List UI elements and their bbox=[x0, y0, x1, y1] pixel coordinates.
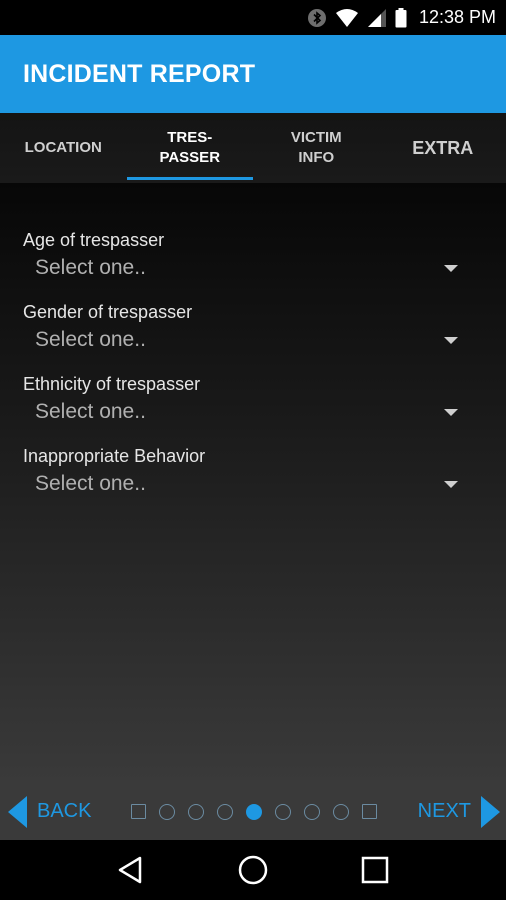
age-select[interactable]: Select one.. bbox=[23, 252, 473, 284]
field-label: Gender of trespasser bbox=[23, 302, 193, 322]
page-dot bbox=[159, 803, 175, 820]
tab-label: VICTIM INFO bbox=[290, 129, 342, 166]
page-indicator bbox=[131, 783, 377, 840]
page-dot bbox=[188, 803, 204, 820]
system-nav-bar bbox=[0, 840, 506, 900]
arrow-left-icon bbox=[8, 795, 27, 828]
wifi-icon bbox=[335, 8, 359, 28]
tab-location[interactable]: LOCATION bbox=[0, 113, 127, 183]
page-dot bbox=[275, 803, 291, 820]
page-dot bbox=[333, 803, 349, 820]
dropdown-arrow-icon bbox=[444, 480, 458, 488]
form-content: Age of trespasser Select one.. Gender of… bbox=[0, 183, 506, 783]
select-value: Select one.. bbox=[35, 472, 146, 495]
recents-square-icon[interactable] bbox=[345, 840, 405, 900]
select-value: Select one.. bbox=[35, 256, 146, 279]
arrow-right-icon bbox=[481, 795, 500, 828]
field-label: Inappropriate Behavior bbox=[23, 446, 206, 466]
battery-icon bbox=[395, 7, 407, 28]
tab-trespasser[interactable]: TRES- PASSER bbox=[126, 113, 254, 183]
status-time: 12:38 PM bbox=[418, 7, 496, 27]
dropdown-arrow-icon bbox=[444, 408, 458, 416]
pager-bar: BACK NEXT bbox=[0, 783, 506, 840]
tab-extra[interactable]: EXTRA bbox=[380, 113, 506, 183]
select-value: Select one.. bbox=[35, 400, 146, 423]
field-age: Age of trespasser Select one.. bbox=[23, 228, 473, 284]
page-dot bbox=[362, 804, 377, 819]
page-dot bbox=[131, 804, 146, 819]
back-triangle-icon[interactable] bbox=[101, 840, 161, 900]
bluetooth-icon bbox=[307, 8, 327, 28]
dropdown-arrow-icon bbox=[444, 336, 458, 344]
behavior-select[interactable]: Select one.. bbox=[23, 468, 473, 500]
page-dot-active bbox=[246, 803, 262, 820]
tab-label: TRES- PASSER bbox=[159, 129, 221, 166]
back-button[interactable]: BACK bbox=[8, 783, 91, 840]
signal-icon bbox=[367, 8, 387, 28]
page-dot bbox=[217, 803, 233, 820]
status-bar: 12:38 PM bbox=[0, 0, 506, 35]
select-value: Select one.. bbox=[35, 328, 146, 351]
field-label: Age of trespasser bbox=[23, 230, 165, 250]
field-gender: Gender of trespasser Select one.. bbox=[23, 300, 473, 356]
next-label: NEXT bbox=[417, 800, 471, 822]
next-button[interactable]: NEXT bbox=[418, 783, 500, 840]
field-label: Ethnicity of trespasser bbox=[23, 374, 201, 394]
ethnicity-select[interactable]: Select one.. bbox=[23, 396, 473, 428]
tab-label: EXTRA bbox=[412, 138, 474, 158]
dropdown-arrow-icon bbox=[444, 264, 458, 272]
field-ethnicity: Ethnicity of trespasser Select one.. bbox=[23, 372, 473, 428]
tab-label: LOCATION bbox=[24, 139, 102, 156]
home-circle-icon[interactable] bbox=[223, 840, 283, 900]
page-title: INCIDENT REPORT bbox=[23, 59, 256, 88]
tab-bar: LOCATION TRES- PASSER VICTIM INFO EXTRA bbox=[0, 113, 506, 183]
field-behavior: Inappropriate Behavior Select one.. bbox=[23, 444, 473, 500]
gender-select[interactable]: Select one.. bbox=[23, 324, 473, 356]
back-label: BACK bbox=[37, 800, 92, 822]
app-bar: INCIDENT REPORT bbox=[0, 35, 506, 113]
page-dot bbox=[304, 803, 320, 820]
tab-victim-info[interactable]: VICTIM INFO bbox=[253, 113, 380, 183]
